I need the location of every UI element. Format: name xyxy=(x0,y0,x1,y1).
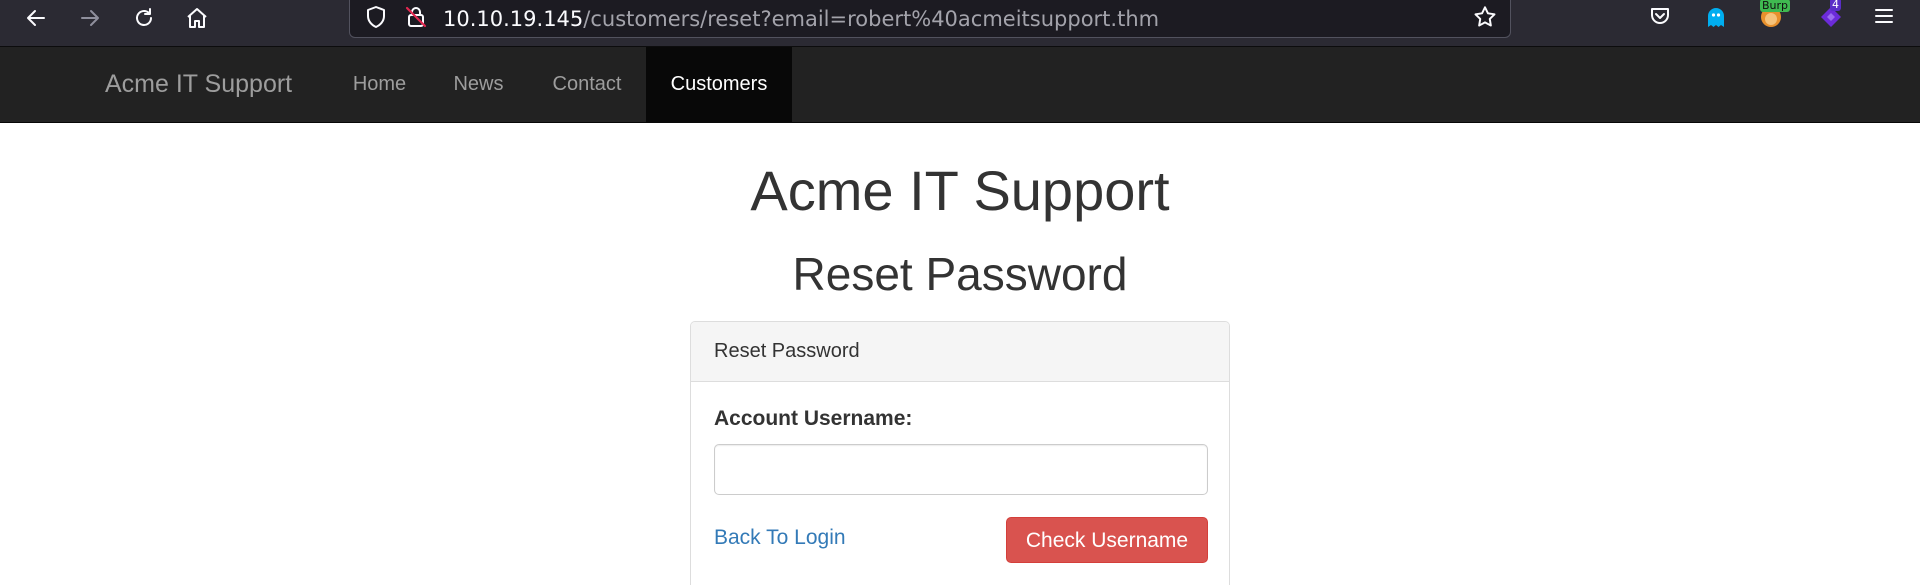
nav-item-home[interactable]: Home xyxy=(333,47,426,122)
navbar-brand[interactable]: Acme IT Support xyxy=(105,47,292,122)
back-button[interactable] xyxy=(16,0,56,36)
check-username-button[interactable]: Check Username xyxy=(1006,517,1208,563)
tracking-shield-icon[interactable] xyxy=(364,5,388,29)
wappalyzer-extension[interactable]: 4 xyxy=(1818,0,1848,30)
username-input[interactable] xyxy=(714,444,1208,495)
url-text[interactable]: 10.10.19.145/customers/reset?email=rober… xyxy=(443,6,1159,32)
panel-heading: Reset Password xyxy=(691,322,1229,382)
reload-icon xyxy=(136,8,152,26)
arrow-right-icon xyxy=(81,10,99,26)
ghostery-extension[interactable] xyxy=(1704,4,1728,30)
site-navbar: Acme IT Support Home News Contact Custom… xyxy=(0,47,1920,123)
pocket-button[interactable] xyxy=(1648,4,1672,28)
ghost-icon xyxy=(1708,8,1724,27)
bookmark-star-icon[interactable] xyxy=(1472,4,1498,30)
reset-password-panel: Reset Password Account Username: Back To… xyxy=(690,321,1230,585)
browser-toolbar: 10.10.19.145/customers/reset?email=rober… xyxy=(0,0,1920,47)
hamburger-menu-icon xyxy=(1875,9,1893,23)
url-host: 10.10.19.145 xyxy=(443,7,584,31)
forward-button[interactable] xyxy=(70,0,110,36)
reload-button[interactable] xyxy=(124,0,164,36)
address-bar[interactable]: 10.10.19.145/customers/reset?email=rober… xyxy=(349,0,1511,38)
nav-item-contact[interactable]: Contact xyxy=(530,47,644,122)
nav-item-news[interactable]: News xyxy=(432,47,525,122)
burp-extension[interactable]: Burp xyxy=(1758,0,1791,30)
page-title: Acme IT Support xyxy=(750,159,1170,222)
app-menu-button[interactable] xyxy=(1872,4,1896,28)
arrow-left-icon xyxy=(27,10,45,26)
home-icon xyxy=(187,8,207,28)
pocket-icon xyxy=(1651,8,1669,24)
insecure-lock-icon[interactable] xyxy=(404,5,428,29)
extension-count-badge: 4 xyxy=(1830,0,1841,11)
home-button[interactable] xyxy=(177,0,217,36)
page-subtitle: Reset Password xyxy=(792,248,1128,300)
url-path: /customers/reset?email=robert%40acmeitsu… xyxy=(583,7,1160,31)
back-to-login-link[interactable]: Back To Login xyxy=(714,526,846,550)
username-label: Account Username: xyxy=(714,407,913,430)
nav-item-customers[interactable]: Customers xyxy=(646,47,792,122)
burp-badge: Burp xyxy=(1760,0,1791,12)
